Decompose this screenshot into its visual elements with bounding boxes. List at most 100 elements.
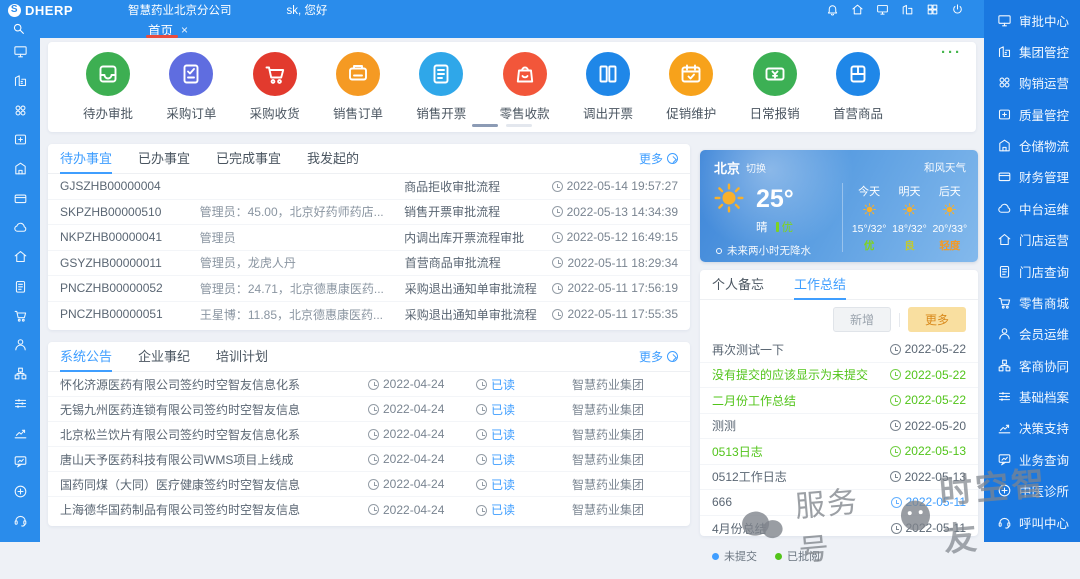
sidebar-item-warehouse-logistics[interactable]: 仓储物流	[984, 134, 1080, 158]
sidebar-item-store-ops[interactable]: 门店运营	[984, 228, 1080, 252]
table-row[interactable]: NKPZHB00000041 管理员 内调出库开票流程审批 2022-05-12…	[48, 225, 690, 251]
app-shortcut-sales-invoice[interactable]: 销售开票	[401, 52, 481, 122]
sidebar-item-quality-control[interactable]: 质量管控	[984, 102, 1080, 126]
rail-partner-collab-icon[interactable]	[13, 366, 28, 381]
monitor-icon[interactable]	[876, 3, 889, 16]
app-logo[interactable]: S DHERP	[8, 3, 73, 18]
table-row[interactable]: GJSZHB00000004 商品拒收审批流程 2022-05-14 19:57…	[48, 174, 690, 200]
app-shortcut-expense[interactable]: 日常报销	[735, 52, 815, 122]
rail-decision-support-icon[interactable]	[13, 425, 28, 440]
sidebar-item-base-archives[interactable]: 基础档案	[984, 385, 1080, 409]
rail-business-query-icon[interactable]	[13, 454, 28, 469]
rail-midplatform-icon[interactable]	[13, 220, 28, 235]
sidebar-item-business-query[interactable]: 业务查询	[984, 447, 1080, 471]
tab-personal-memo[interactable]: 个人备忘	[712, 270, 764, 300]
sidebar-item-partner-collab[interactable]: 客商协同	[984, 353, 1080, 377]
table-row[interactable]: 唐山天予医药科技有限公司WMS项目上线成 2022-04-24 已读 智慧药业集…	[48, 447, 690, 472]
tab-close-icon[interactable]: ×	[181, 23, 188, 37]
sidebar-item-midplatform-ops[interactable]: 中台运维	[984, 196, 1080, 220]
clock-icon	[890, 420, 901, 431]
tab-todo-done[interactable]: 已办事宜	[138, 144, 190, 174]
sidebar-item-member-ops[interactable]: 会员运维	[984, 322, 1080, 346]
carousel-dot[interactable]	[506, 124, 532, 127]
sidebar-item-retail-mall[interactable]: 零售商城	[984, 290, 1080, 314]
rail-base-archives-icon[interactable]	[13, 396, 28, 411]
tab-todo-completed[interactable]: 已完成事宜	[216, 144, 281, 174]
list-item[interactable]: 0512工作日志 2022-05-13	[700, 465, 978, 491]
building-icon[interactable]	[901, 3, 914, 16]
rail-call-center-icon[interactable]	[13, 513, 28, 528]
app-shortcut-first-product[interactable]: 首营商品	[818, 52, 898, 122]
table-row[interactable]: 北京松兰饮片有限公司签约时空智友信息化系 2022-04-24 已读 智慧药业集…	[48, 422, 690, 447]
list-item[interactable]: 再次测试一下 2022-05-22	[700, 337, 978, 363]
sidebar-item-group-control[interactable]: 集团管控	[984, 39, 1080, 63]
sidebar-item-store-query[interactable]: 门店查询	[984, 259, 1080, 283]
rail-member-ops-icon[interactable]	[13, 337, 28, 352]
rail-retail-mall-icon[interactable]	[13, 308, 28, 323]
sidebar-item-approval-center[interactable]: 审批中心	[984, 8, 1080, 32]
add-memo-button[interactable]: 新增	[833, 307, 891, 332]
table-row[interactable]: PNCZHB00000052 管理员：24.71，北京德惠康医药... 采购退出…	[48, 276, 690, 302]
todo-more-link[interactable]: 更多	[639, 150, 678, 167]
home-icon[interactable]	[851, 3, 864, 16]
tab-home[interactable]: 首页 ×	[148, 20, 188, 39]
rail-approval-center-icon[interactable]	[13, 44, 28, 59]
weather-widget: 北京 切换 和风天气 25° 晴 优 未来两小时无降水	[700, 150, 978, 262]
app-shortcuts-card: ··· 待办审批 采购订单 采购收货 销售订单 销售开票 零售收款 调出开票	[48, 42, 976, 132]
rail-store-query-icon[interactable]	[13, 279, 28, 294]
todo-time: 2022-05-11 18:29:34	[567, 256, 678, 270]
weather-note: 未来两小时无降水	[727, 243, 811, 258]
tab-training-plan[interactable]: 培训计划	[216, 342, 268, 372]
rail-purchase-sales-ops-icon[interactable]	[13, 103, 28, 118]
list-item[interactable]: 0513日志 2022-05-13	[700, 439, 978, 465]
list-item[interactable]: 没有提交的应该显示为未提交 2022-05-22	[700, 363, 978, 389]
more-circle-icon	[667, 351, 678, 362]
power-icon[interactable]	[951, 3, 964, 16]
rail-warehouse-icon[interactable]	[13, 161, 28, 176]
table-row[interactable]: 上海德华国药制品有限公司签约时空智友信息 2022-04-24 已读 智慧药业集…	[48, 497, 690, 522]
sidebar-item-purchase-sales-ops[interactable]: 购销运营	[984, 71, 1080, 95]
carousel-dot-active[interactable]	[472, 124, 498, 127]
tab-system-notice[interactable]: 系统公告	[60, 342, 112, 372]
weather-switch-button[interactable]: 切换	[746, 160, 766, 175]
app-shortcut-transfer-invoice[interactable]: 调出开票	[568, 52, 648, 122]
table-row[interactable]: 无锡九州医药连锁有限公司签约时空智友信息 2022-04-24 已读 智慧药业集…	[48, 397, 690, 422]
tab-todo-mine[interactable]: 我发起的	[307, 144, 359, 174]
sidebar-item-decision-support[interactable]: 决策支持	[984, 416, 1080, 440]
app-shortcut-retail-pay[interactable]: 零售收款	[485, 52, 565, 122]
rail-quality-control-icon[interactable]	[13, 132, 28, 147]
list-item[interactable]: 二月份工作总结 2022-05-22	[700, 388, 978, 414]
app-shortcut-sales-order[interactable]: 销售订单	[318, 52, 398, 122]
apps-grid-icon[interactable]	[926, 3, 939, 16]
tab-todo-pending[interactable]: 待办事宜	[60, 144, 112, 174]
list-item[interactable]: 666 2022-05-11	[700, 490, 978, 516]
more-apps-button[interactable]: ···	[941, 44, 962, 61]
table-row[interactable]: PNCZHB00000051 王星博：11.85，北京德惠康医药... 采购退出…	[48, 302, 690, 328]
app-shortcut-promotion[interactable]: 促销维护	[651, 52, 731, 122]
table-row[interactable]: SKPZHB00000510 管理员：45.00，北京好药师药店... 销售开票…	[48, 200, 690, 226]
list-item[interactable]: 测测 2022-05-20	[700, 414, 978, 440]
tab-work-summary[interactable]: 工作总结	[794, 270, 846, 300]
list-item[interactable]: 4月份总结 2022-05-11	[700, 516, 978, 542]
app-shortcut-purchase-order[interactable]: 采购订单	[151, 52, 231, 122]
app-shortcut-purchase-receive[interactable]: 采购收货	[235, 52, 315, 122]
rail-tcm-clinic-icon[interactable]	[13, 484, 28, 499]
table-row[interactable]: 国药同煤（大同）医疗健康签约时空智友信息 2022-04-24 已读 智慧药业集…	[48, 472, 690, 497]
tab-company-events[interactable]: 企业事纪	[138, 342, 190, 372]
search-icon[interactable]	[12, 22, 25, 35]
table-row[interactable]: 怀化济源医药有限公司签约时空智友信息化系 2022-04-24 已读 智慧药业集…	[48, 372, 690, 397]
sidebar-item-call-center[interactable]: 呼叫中心	[984, 510, 1080, 534]
app-shortcut-todo-approve[interactable]: 待办审批	[68, 52, 148, 122]
sidebar-item-tcm-clinic[interactable]: 中医诊所	[984, 479, 1080, 503]
user-greeting[interactable]: sk, 您好	[287, 2, 328, 18]
company-name[interactable]: 智慧药业北京分公司	[128, 2, 232, 18]
bell-icon[interactable]	[826, 3, 839, 16]
sidebar-item-finance[interactable]: 财务管理	[984, 165, 1080, 189]
notice-more-link[interactable]: 更多	[639, 348, 678, 365]
purchase-order-icon	[169, 52, 213, 96]
table-row[interactable]: GSYZHB00000011 管理员，龙虎人丹 首营商品审批流程 2022-05…	[48, 251, 690, 277]
rail-group-control-icon[interactable]	[13, 73, 28, 88]
rail-store-ops-icon[interactable]	[13, 249, 28, 264]
memo-more-button[interactable]: 更多	[908, 307, 966, 332]
rail-finance-icon[interactable]	[13, 191, 28, 206]
